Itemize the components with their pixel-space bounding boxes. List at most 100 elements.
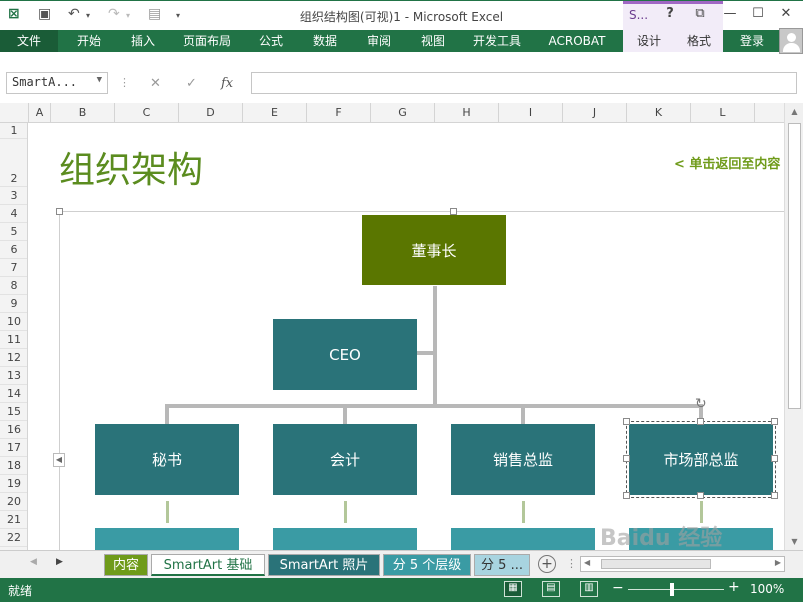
row-header[interactable]: 4 [0,205,27,223]
tab-view[interactable]: 视图 [412,30,454,52]
row-header[interactable]: 21 [0,511,27,529]
zoom-in-button[interactable]: + [728,579,740,595]
row-header[interactable]: 2 [0,139,27,187]
sheet-tab-five-levels[interactable]: 分 5 个层级 [383,554,471,576]
vertical-scrollbar[interactable]: ▲ ▼ [784,103,803,550]
zoom-slider-thumb[interactable] [670,583,674,596]
org-node-sales-director[interactable]: 销售总监 [451,424,595,495]
column-header[interactable]: A [29,103,51,123]
resize-handle[interactable] [623,418,630,425]
zoom-slider[interactable] [628,589,724,590]
row-header[interactable]: 19 [0,475,27,493]
confirm-entry-icon[interactable]: ✓ [186,76,197,91]
resize-handle[interactable] [771,418,778,425]
resize-handle[interactable] [56,208,63,215]
sign-in-link[interactable]: 登录 [740,30,764,52]
sheet-tab-smartart-photo[interactable]: SmartArt 照片 [268,554,380,576]
row-header[interactable]: 3 [0,187,27,205]
sheet-tab-smartart-basic[interactable]: SmartArt 基础 [151,554,265,576]
row-header[interactable]: 5 [0,223,27,241]
scroll-right-icon[interactable]: ▶ [775,558,781,567]
worksheet-grid[interactable]: 组织架构 < 单击返回至内容 ◀ 董事长 CEO 秘书 会计 销售总监 市场部总… [29,123,784,550]
row-header[interactable]: 13 [0,367,27,385]
back-to-contents-link[interactable]: < 单击返回至内容 [674,153,780,172]
resize-handle[interactable] [771,492,778,499]
row-header[interactable]: 7 [0,259,27,277]
rotate-handle-icon[interactable]: ↻ [695,396,707,412]
row-header[interactable]: 9 [0,295,27,313]
tab-formulas[interactable]: 公式 [250,30,292,52]
tab-split-icon[interactable]: ⋮ [566,557,577,570]
normal-view-icon[interactable]: ▦ [504,581,522,597]
zoom-level[interactable]: 100% [750,582,784,596]
row-header[interactable]: 10 [0,313,27,331]
help-button[interactable]: ? [658,6,682,21]
column-header[interactable]: I [499,103,563,123]
row-header[interactable]: 15 [0,403,27,421]
close-button[interactable]: ✕ [774,6,798,21]
row-header[interactable]: 14 [0,385,27,403]
row-header[interactable]: 20 [0,493,27,511]
column-header[interactable]: C [115,103,179,123]
sheet-tab-contents[interactable]: 内容 [104,554,148,576]
org-node-ceo[interactable]: CEO [273,319,417,390]
resize-handle[interactable] [697,492,704,499]
maximize-button[interactable]: ☐ [746,6,770,21]
tab-review[interactable]: 审阅 [358,30,400,52]
column-header[interactable]: G [371,103,435,123]
row-header[interactable]: 11 [0,331,27,349]
org-node-secretary[interactable]: 秘书 [95,424,239,495]
resize-handle[interactable] [623,455,630,462]
scroll-left-icon[interactable]: ◀ [584,558,590,567]
tab-home[interactable]: 开始 [68,30,110,52]
user-avatar[interactable] [779,28,803,54]
scroll-up-icon[interactable]: ▲ [785,107,803,116]
scroll-thumb[interactable] [788,123,801,409]
column-header[interactable]: J [563,103,627,123]
org-node-child[interactable] [273,528,417,550]
insert-function-icon[interactable]: fx [221,76,233,91]
scroll-thumb[interactable] [601,559,711,569]
tab-acrobat[interactable]: ACROBAT [540,30,614,52]
column-header[interactable]: H [435,103,499,123]
org-node-marketing-director[interactable]: 市场部总监 [626,421,776,498]
page-layout-view-icon[interactable]: ▤ [542,581,560,597]
tab-data[interactable]: 数据 [304,30,346,52]
formula-input[interactable] [251,72,797,94]
row-header[interactable]: 22 [0,529,27,547]
sheet-tab-five-more[interactable]: 分 5 ... [474,554,530,576]
horizontal-scrollbar[interactable]: ◀ ▶ [580,556,785,572]
zoom-out-button[interactable]: − [612,580,624,596]
tab-file[interactable]: 文件 [0,30,58,52]
select-all-corner[interactable] [0,103,29,123]
ribbon-display-button[interactable]: ⧉ [688,6,712,21]
org-node-chairman[interactable]: 董事长 [362,215,506,285]
org-node-accountant[interactable]: 会计 [273,424,417,495]
minimize-button[interactable]: — [718,6,742,21]
add-sheet-icon[interactable]: + [538,555,556,573]
row-header[interactable]: 17 [0,439,27,457]
name-box[interactable]: SmartA... ▼ [6,72,108,94]
column-header[interactable]: D [179,103,243,123]
resize-handle[interactable] [450,208,457,215]
row-header[interactable]: 16 [0,421,27,439]
resize-handle[interactable] [623,492,630,499]
row-header[interactable]: 8 [0,277,27,295]
row-header[interactable]: 18 [0,457,27,475]
org-node-child[interactable] [451,528,595,550]
scroll-down-icon[interactable]: ▼ [785,537,803,546]
column-header[interactable]: E [243,103,307,123]
column-header[interactable]: B [51,103,115,123]
column-header[interactable]: K [627,103,691,123]
text-pane-toggle-icon[interactable]: ◀ [53,453,65,467]
resize-handle[interactable] [697,418,704,425]
tab-page-layout[interactable]: 页面布局 [176,30,238,52]
row-header[interactable]: 12 [0,349,27,367]
row-header[interactable]: 1 [0,123,27,139]
tab-developer[interactable]: 开发工具 [466,30,528,52]
next-sheet-icon[interactable]: ▶ [56,557,63,567]
tab-format[interactable]: 格式 [675,30,723,52]
cancel-entry-icon[interactable]: ✕ [150,76,161,91]
prev-sheet-icon[interactable]: ◀ [30,557,37,567]
page-break-view-icon[interactable]: ▥ [580,581,598,597]
